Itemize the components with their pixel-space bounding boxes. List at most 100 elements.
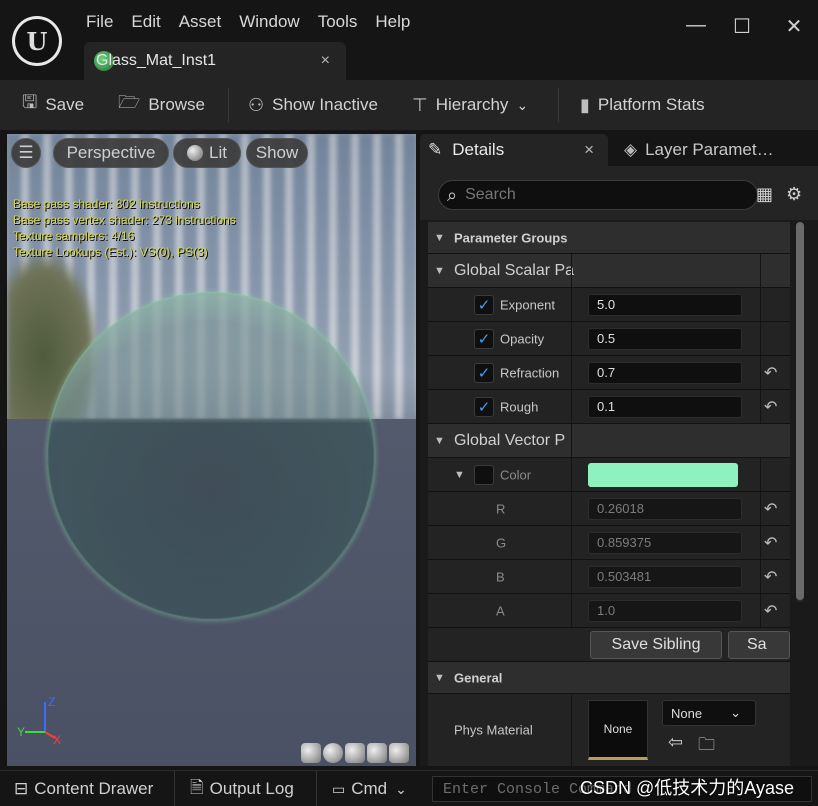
- title-bar: U File Edit Asset Window Tools Help — ☐ …: [0, 0, 818, 80]
- use-selected-asset-icon[interactable]: ⇦: [668, 732, 683, 753]
- axis-x-label: X: [53, 733, 61, 744]
- material-preview-viewport[interactable]: ☰ Perspective Lit Show Base pass shader:…: [7, 134, 416, 766]
- search-input[interactable]: [465, 186, 716, 204]
- browse-folder-icon: 🗁: [118, 92, 141, 112]
- menu-asset[interactable]: Asset: [179, 12, 236, 32]
- channel-value-field[interactable]: 0.503481: [588, 565, 742, 588]
- gear-icon[interactable]: ⚙: [786, 184, 802, 205]
- browse-button[interactable]: 🗁 Browse: [118, 80, 205, 130]
- close-tab-icon[interactable]: ×: [584, 140, 594, 160]
- table-view-icon[interactable]: ▦: [756, 184, 773, 205]
- hamburger-icon: ☰: [18, 143, 34, 162]
- show-inactive-button[interactable]: ⚇ Show Inactive: [248, 80, 378, 130]
- asset-thumbnail[interactable]: None: [588, 700, 648, 760]
- cube-shape-icon[interactable]: [367, 743, 387, 763]
- show-inactive-label: Show Inactive: [272, 95, 378, 114]
- terminal-icon: ▭: [332, 780, 346, 797]
- checkbox-rough[interactable]: ✓: [474, 396, 494, 417]
- reset-to-default-icon[interactable]: ↶: [764, 601, 777, 621]
- param-label: Refraction: [500, 365, 560, 380]
- close-window-button[interactable]: ✕: [780, 14, 808, 39]
- checkbox-opacity[interactable]: ✓: [474, 328, 494, 349]
- section-title: Parameter Groups: [454, 230, 568, 245]
- column-divider: [571, 322, 572, 355]
- checkbox-exponent[interactable]: ✓: [474, 294, 494, 315]
- stat-line: Base pass vertex shader: 273 instruction…: [13, 213, 236, 227]
- minimize-button[interactable]: —: [682, 14, 710, 37]
- lit-button[interactable]: Lit: [173, 138, 241, 168]
- column-divider: [760, 594, 761, 627]
- reset-to-default-icon[interactable]: ↶: [764, 533, 777, 553]
- layers-icon: ◈: [624, 140, 638, 159]
- param-value-field[interactable]: 0.5: [588, 327, 742, 350]
- plane-shape-icon[interactable]: [345, 743, 365, 763]
- viewport-menu-button[interactable]: ☰: [11, 138, 41, 168]
- save-child-button[interactable]: Sa: [728, 630, 790, 659]
- sphere-shape-icon[interactable]: [323, 743, 343, 763]
- chevron-down-icon: ⌄: [516, 96, 529, 113]
- perspective-button[interactable]: Perspective: [53, 138, 169, 168]
- platform-stats-button[interactable]: ▮ Platform Stats: [580, 80, 705, 130]
- channel-value-field[interactable]: 0.26018: [588, 497, 742, 520]
- parameter-groups-header[interactable]: ▼ Parameter Groups: [428, 222, 790, 254]
- document-tab-title: Glass_Mat_Inst1: [96, 52, 217, 69]
- channel-label: G: [496, 535, 507, 550]
- general-section-header[interactable]: ▼ General: [428, 662, 790, 694]
- search-box[interactable]: ⌕: [438, 180, 758, 210]
- hierarchy-button[interactable]: ⊤ Hierarchy ⌄: [412, 80, 528, 130]
- menu-tools[interactable]: Tools: [318, 12, 372, 32]
- save-sibling-button[interactable]: Save Sibling: [590, 630, 722, 659]
- menu-help[interactable]: Help: [375, 12, 424, 32]
- details-scrollbar[interactable]: [796, 222, 804, 602]
- asset-dropdown-value: None: [671, 705, 703, 721]
- browse-asset-icon[interactable]: 🗀: [698, 732, 715, 761]
- axis-y-label: Y: [17, 725, 25, 739]
- scrollbar-thumb[interactable]: [796, 222, 804, 600]
- color-swatch[interactable]: [588, 462, 738, 487]
- channel-label: B: [496, 569, 505, 584]
- tab-details-label: Details: [452, 140, 505, 159]
- channel-row-g: G 0.859375 ↶: [428, 526, 790, 560]
- show-button[interactable]: Show: [246, 138, 308, 168]
- asset-dropdown[interactable]: None ⌄: [662, 700, 756, 726]
- cmd-label: Cmd: [351, 779, 388, 798]
- content-drawer-button[interactable]: ⊟ Content Drawer: [14, 771, 153, 806]
- param-value-field[interactable]: 0.1: [588, 395, 742, 418]
- close-tab-icon[interactable]: ×: [321, 52, 330, 70]
- column-divider: [760, 560, 761, 593]
- param-value-field[interactable]: 0.7: [588, 361, 742, 384]
- reset-to-default-icon[interactable]: ↶: [764, 363, 777, 383]
- global-scalar-group-header[interactable]: ▼ Global Scalar Pa: [428, 254, 790, 288]
- output-log-label: Output Log: [209, 779, 294, 798]
- lit-sphere-icon: [187, 145, 204, 161]
- checkbox-refraction[interactable]: ✓: [474, 362, 494, 383]
- reset-to-default-icon[interactable]: ↶: [764, 397, 777, 417]
- expand-arrow-icon[interactable]: ▼: [454, 469, 465, 481]
- cmd-dropdown[interactable]: ▭ Cmd ⌄: [332, 771, 407, 806]
- global-vector-group-header[interactable]: ▼ Global Vector P: [428, 424, 790, 458]
- lit-label: Lit: [209, 143, 227, 162]
- section-title: General: [454, 670, 503, 685]
- save-button[interactable]: 🖫 Save: [22, 80, 84, 130]
- reset-to-default-icon[interactable]: ↶: [764, 567, 777, 587]
- checkbox-color[interactable]: [474, 464, 494, 485]
- param-row-exponent: ✓ Exponent 5.0: [428, 288, 790, 322]
- column-divider: [760, 492, 761, 525]
- channel-value-field[interactable]: 1.0: [588, 599, 742, 622]
- unreal-logo-icon[interactable]: U: [12, 16, 62, 66]
- menu-file[interactable]: File: [86, 12, 127, 32]
- param-value-field[interactable]: 5.0: [588, 293, 742, 316]
- output-log-button[interactable]: 🗎 Output Log: [190, 771, 294, 806]
- teapot-shape-icon[interactable]: [389, 743, 409, 763]
- tab-details[interactable]: ✎ Details ×: [420, 134, 608, 166]
- collapse-arrow-icon: ▼: [434, 671, 445, 684]
- maximize-button[interactable]: ☐: [728, 14, 756, 39]
- menu-edit[interactable]: Edit: [131, 12, 174, 32]
- cylinder-shape-icon[interactable]: [301, 743, 321, 763]
- menu-window[interactable]: Window: [239, 12, 313, 32]
- document-tab[interactable]: Glass_Mat_Inst1 ×: [84, 42, 346, 80]
- channel-value-field[interactable]: 0.859375: [588, 531, 742, 554]
- tab-layer-parameters[interactable]: ◈ Layer Paramet…: [624, 134, 818, 166]
- reset-to-default-icon[interactable]: ↶: [764, 499, 777, 519]
- hierarchy-icon: ⊤: [412, 94, 428, 115]
